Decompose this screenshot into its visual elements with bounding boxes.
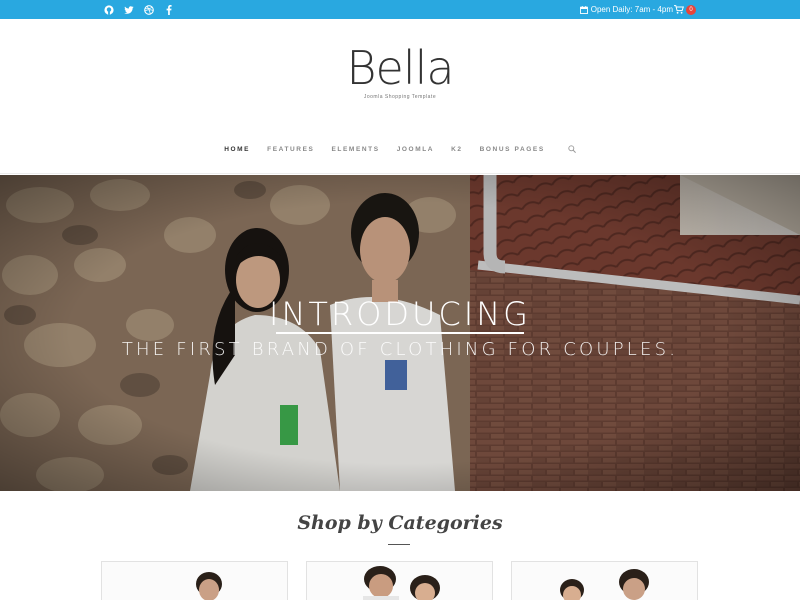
header-divider xyxy=(0,173,800,174)
main-nav: HOME FEATURES ELEMENTS JOOMLA K2 BONUS P… xyxy=(0,145,800,153)
categories-heading: Shop by Categories xyxy=(297,512,503,534)
nav-item-features[interactable]: FEATURES xyxy=(267,146,314,153)
nav-item-home[interactable]: HOME xyxy=(224,146,250,153)
category-card-image xyxy=(102,562,287,600)
top-bar: Open Daily: 7am - 4pm 0 xyxy=(0,0,800,19)
hero-title-underline xyxy=(276,332,524,334)
facebook-icon[interactable] xyxy=(164,4,174,15)
categories-heading-rule xyxy=(388,544,410,545)
hero-banner: INTRODUCING THE FIRST BRAND OF CLOTHING … xyxy=(0,175,800,491)
category-card-image xyxy=(307,562,492,600)
github-icon[interactable] xyxy=(104,4,114,15)
calendar-icon xyxy=(579,5,588,14)
nav-item-elements[interactable]: ELEMENTS xyxy=(331,146,379,153)
hero-subtitle: THE FIRST BRAND OF CLOTHING FOR COUPLES. xyxy=(121,339,679,360)
hero-title: INTRODUCING xyxy=(269,295,531,333)
cart-button[interactable]: 0 xyxy=(674,0,696,19)
search-icon[interactable] xyxy=(568,145,576,153)
nav-item-bonus-pages[interactable]: BONUS PAGES xyxy=(480,146,545,153)
social-links xyxy=(104,0,174,19)
site-logo[interactable]: Bella xyxy=(0,42,800,94)
nav-item-k2[interactable]: K2 xyxy=(451,146,463,153)
dribbble-icon[interactable] xyxy=(144,4,154,15)
twitter-icon[interactable] xyxy=(124,5,134,15)
cart-icon xyxy=(674,5,684,14)
category-card-couples[interactable] xyxy=(306,561,493,600)
opening-hours-text: Open Daily: 7am - 4pm xyxy=(590,5,673,14)
category-card-men[interactable] xyxy=(101,561,288,600)
opening-hours: Open Daily: 7am - 4pm xyxy=(579,0,673,19)
site-tagline: Joomla Shopping Template xyxy=(363,94,437,100)
category-card-women[interactable] xyxy=(511,561,698,600)
cart-count-badge: 0 xyxy=(686,4,696,15)
category-card-image xyxy=(512,562,697,600)
nav-item-joomla[interactable]: JOOMLA xyxy=(397,146,434,153)
